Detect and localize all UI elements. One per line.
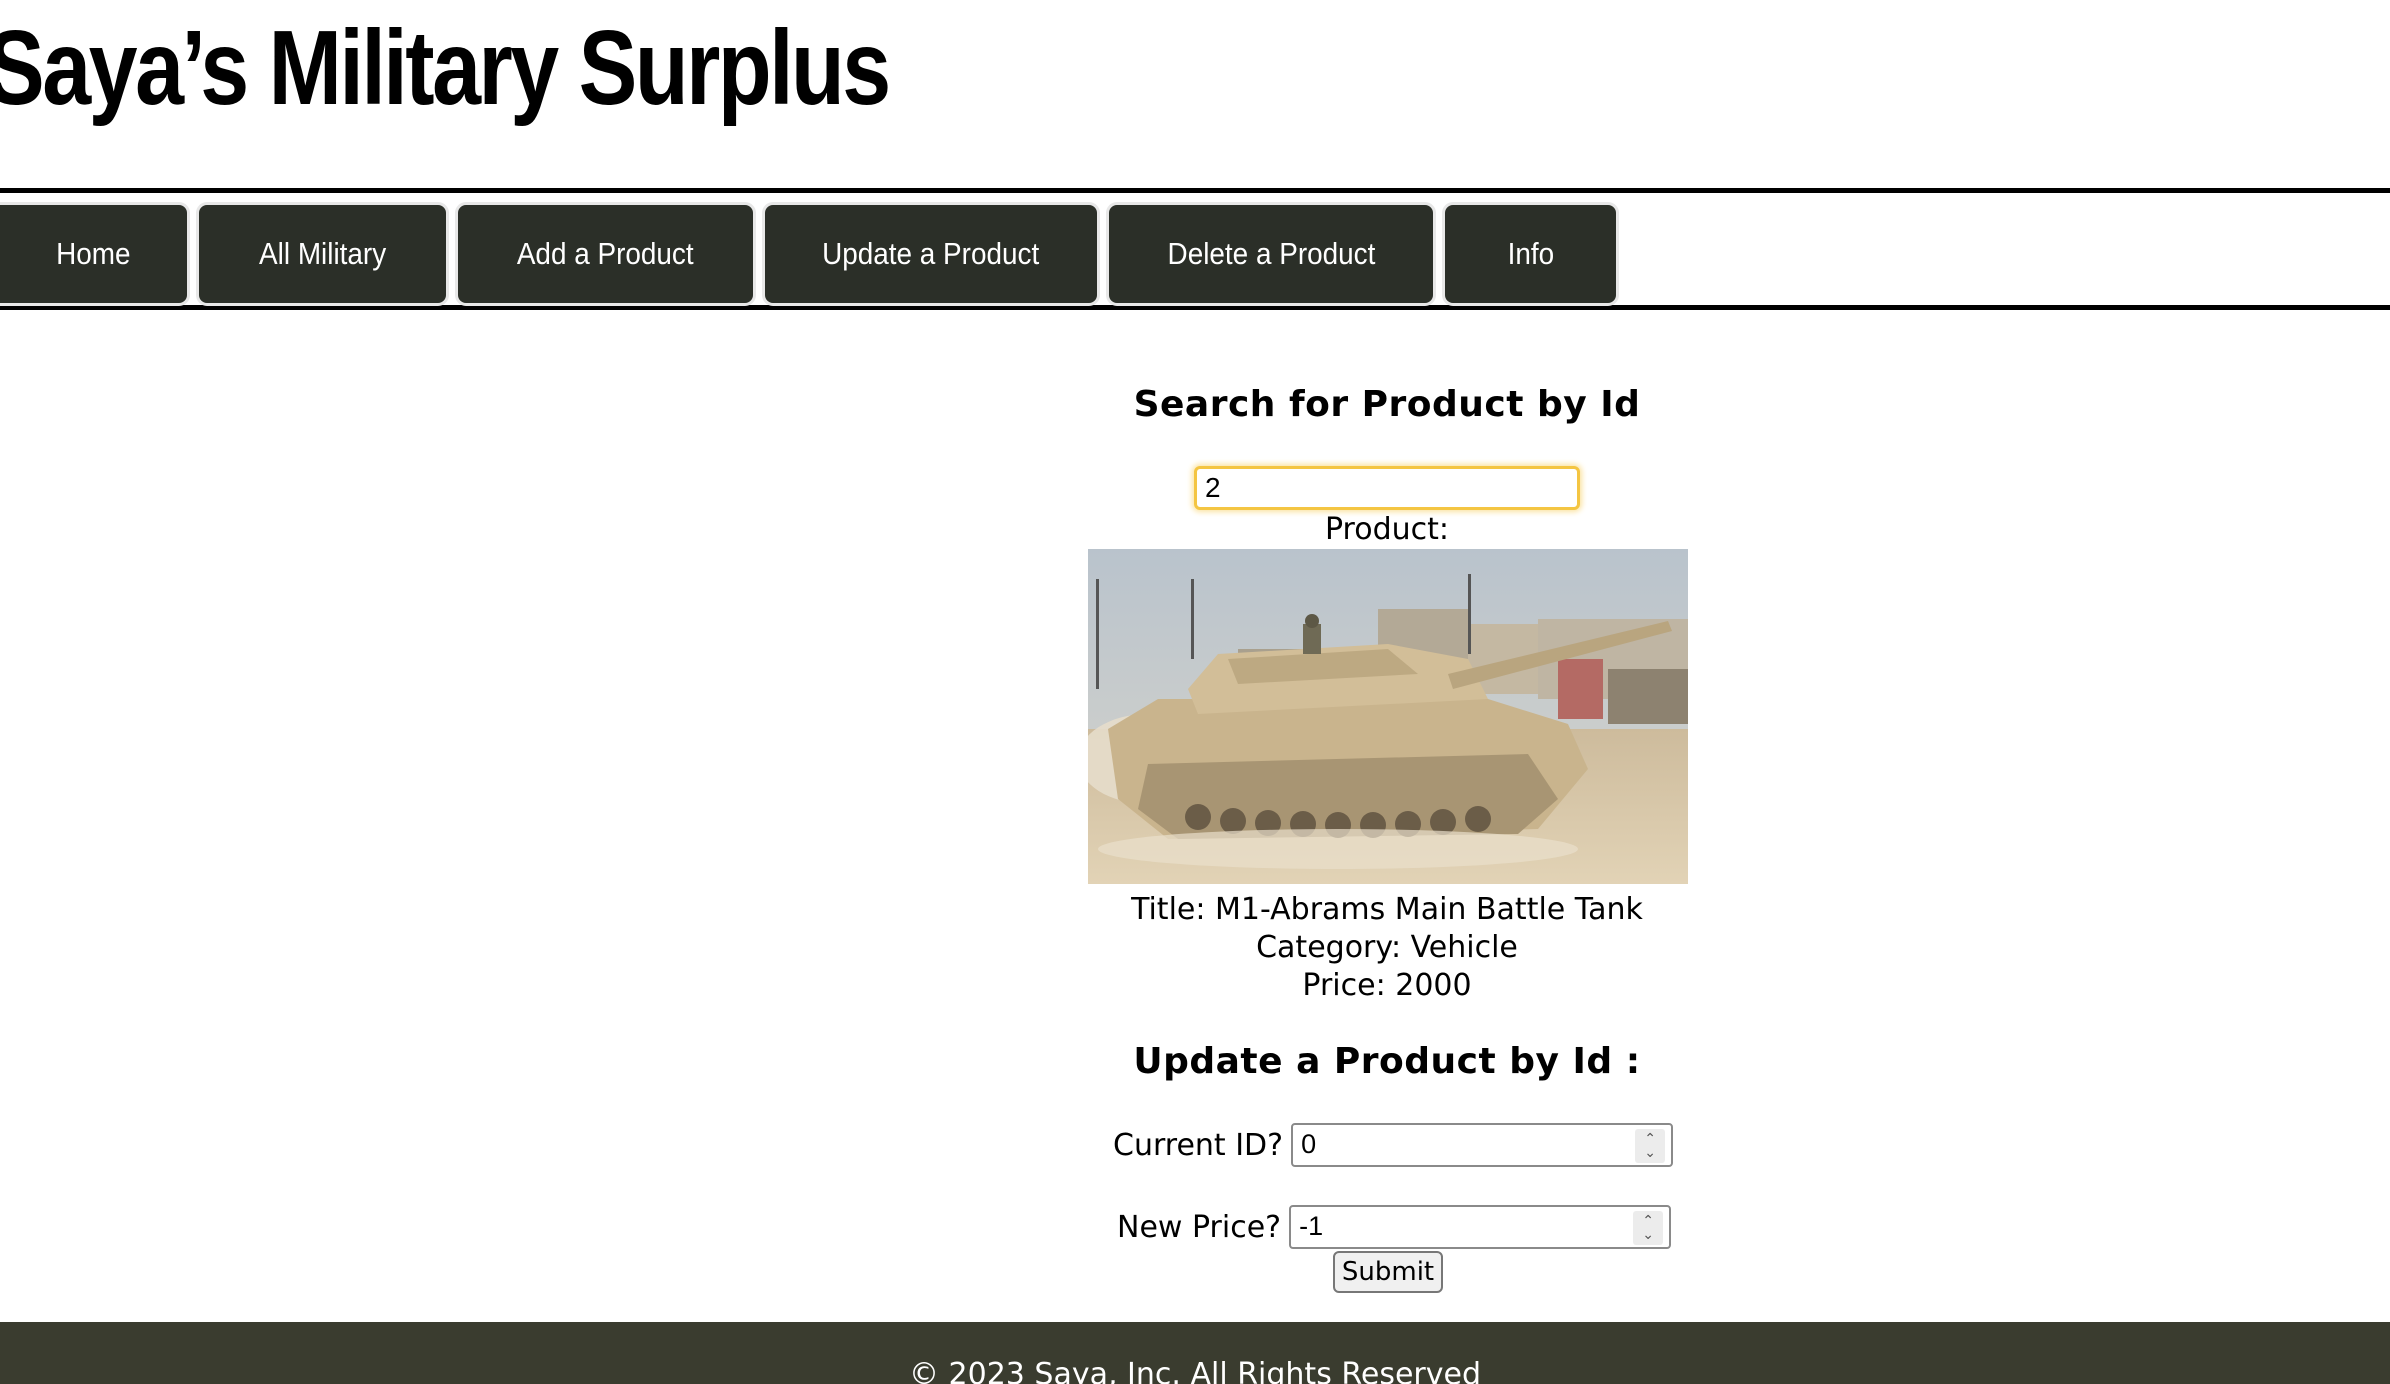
product-price: Price: 2000 [1302, 968, 1472, 1003]
nav-all-military[interactable]: All Military [199, 205, 446, 303]
product-category: Category: Vehicle [1256, 930, 1518, 965]
chevron-up-icon[interactable]: ⌃ [1644, 1132, 1656, 1146]
nav-update-product-label: Update a Product [822, 236, 1040, 271]
nav-home[interactable]: Home [0, 205, 187, 303]
new-price-input[interactable] [1291, 1207, 1628, 1245]
footer: © 2023 Saya, Inc. All Rights Reserved [0, 1322, 2390, 1384]
new-price-field: ⌃ ⌄ [1289, 1205, 1672, 1249]
nav-delete-product[interactable]: Delete a Product [1109, 205, 1433, 303]
new-price-row: New Price? ⌃ ⌄ [1117, 1205, 1672, 1249]
submit-button[interactable]: Submit [1333, 1251, 1443, 1293]
search-id-input[interactable] [1194, 466, 1580, 510]
site-title: Saya’s Military Surplus [0, 9, 891, 127]
chevron-up-icon[interactable]: ⌃ [1642, 1214, 1654, 1228]
nav-add-product-label: Add a Product [517, 236, 694, 271]
nav-delete-product-label: Delete a Product [1167, 236, 1375, 271]
nav-home-label: Home [56, 236, 131, 271]
nav-info[interactable]: Info [1445, 205, 1616, 303]
product-label: Product: [1324, 512, 1449, 547]
footer-copyright: © 2023 Saya, Inc. All Rights Reserved [908, 1357, 1481, 1384]
new-price-spinner[interactable]: ⌃ ⌄ [1633, 1211, 1664, 1245]
chevron-down-icon[interactable]: ⌄ [1644, 1146, 1656, 1160]
new-price-label: New Price? [1117, 1209, 1282, 1245]
nav-update-product[interactable]: Update a Product [765, 205, 1097, 303]
chevron-down-icon[interactable]: ⌄ [1642, 1228, 1654, 1242]
nav-info-label: Info [1507, 236, 1554, 271]
nav-all-military-label: All Military [258, 236, 387, 271]
product-title: Title: M1-Abrams Main Battle Tank [1131, 892, 1643, 927]
tank-illustration [1088, 549, 1688, 884]
product-image [1088, 549, 1688, 884]
current-id-field: ⌃ ⌄ [1291, 1123, 1674, 1167]
page: Saya’s Military Surplus Home All Militar… [0, 0, 2390, 1384]
current-id-spinner[interactable]: ⌃ ⌄ [1635, 1129, 1666, 1163]
current-id-row: Current ID? ⌃ ⌄ [1113, 1123, 1674, 1167]
update-heading: Update a Product by Id : [1133, 1041, 1641, 1082]
current-id-label: Current ID? [1113, 1127, 1284, 1163]
main-nav: Home All Military Add a Product Update a… [0, 188, 2390, 310]
search-heading: Search for Product by Id [1133, 384, 1641, 425]
nav-add-product[interactable]: Add a Product [458, 205, 753, 303]
current-id-input[interactable] [1293, 1125, 1630, 1163]
